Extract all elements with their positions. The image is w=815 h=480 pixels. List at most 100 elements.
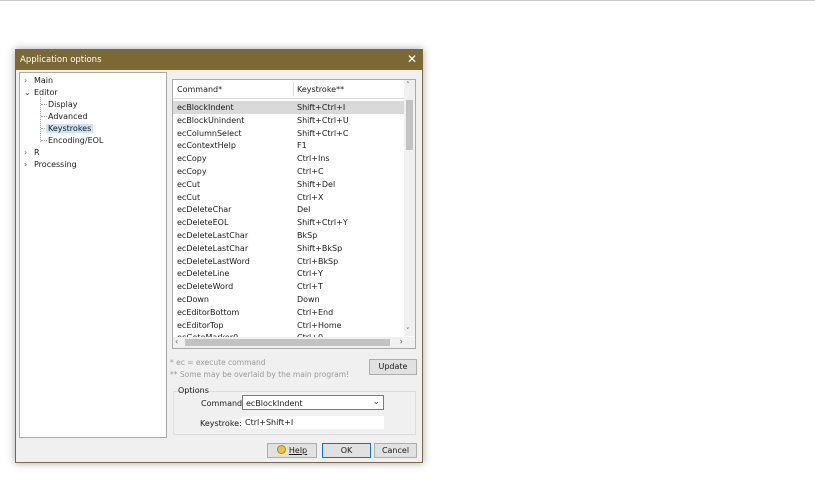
application-options-dialog: Application options ✕ › Main ⌄ Editor Di…	[15, 49, 423, 463]
vertical-scrollbar[interactable]: ˄ ˅	[404, 80, 415, 336]
command-cell: ecContextHelp	[177, 141, 236, 151]
scroll-up-icon[interactable]: ˄	[406, 81, 410, 89]
keystroke-cell: Shift+Ctrl+U	[297, 115, 349, 125]
tree-connector	[41, 116, 47, 117]
table-row[interactable]: ecEditorTop Ctrl+Home	[173, 319, 405, 332]
table-row[interactable]: ecDown Down	[173, 293, 405, 306]
chevron-right-icon[interactable]: ›	[24, 76, 32, 85]
command-cell: ecCopy	[177, 154, 207, 164]
tree-item-label: Editor	[34, 88, 58, 97]
title-bar[interactable]: Application options ✕	[16, 50, 422, 70]
keystroke-cell: Shift+Ctrl+C	[297, 128, 349, 138]
tree-item-advanced[interactable]: Advanced	[48, 112, 88, 121]
horizontal-scroll-thumb[interactable]	[185, 339, 390, 346]
grid-header: Command* Keystroke**	[173, 80, 407, 99]
keystroke-label: Keystroke:	[200, 419, 242, 428]
vertical-scroll-thumb[interactable]	[406, 100, 413, 150]
command-cell: ecCut	[177, 192, 201, 202]
note-overlaid: ** Some may be overlaid by the main prog…	[170, 370, 350, 379]
table-row[interactable]: ecCut Shift+Del	[173, 178, 405, 191]
command-select[interactable]: ecBlockIndent ⌄	[242, 395, 384, 410]
table-row[interactable]: ecCopy Ctrl+Ins	[173, 152, 405, 165]
cancel-button-label: Cancel	[381, 446, 410, 455]
keystroke-cell: Ctrl+Ins	[297, 154, 330, 164]
top-divider	[0, 0, 815, 1]
tree-item-encoding-eol[interactable]: Encoding/EOL	[48, 136, 103, 145]
chevron-right-icon[interactable]: ›	[24, 160, 32, 169]
close-icon[interactable]: ✕	[407, 53, 417, 65]
table-row[interactable]: ecBlockIndent Shift+Ctrl+I	[173, 101, 405, 114]
command-cell: ecBlockUnindent	[177, 115, 245, 125]
table-row[interactable]: ecDeleteLastChar BkSp	[173, 229, 405, 242]
keystroke-input[interactable]: Ctrl+Shift+I	[242, 416, 384, 429]
column-header-keystroke[interactable]: Keystroke**	[297, 85, 344, 94]
command-cell: ecDeleteLastWord	[177, 256, 250, 266]
command-cell: ecColumnSelect	[177, 128, 242, 138]
keystroke-cell: Ctrl+Home	[297, 320, 342, 330]
tree-item-keystrokes[interactable]: Keystrokes	[46, 124, 94, 133]
dialog-title: Application options	[20, 55, 102, 65]
scroll-right-icon[interactable]: ›	[400, 337, 403, 346]
keystrokes-grid[interactable]: Command* Keystroke** ecBlockIndent Shift+…	[172, 79, 416, 349]
tree-item-label: Processing	[34, 160, 77, 169]
options-tree: › Main ⌄ Editor Display Advanced Keystro…	[19, 72, 167, 438]
table-row[interactable]: ecColumnSelect Shift+Ctrl+C	[173, 127, 405, 140]
keystroke-cell: Ctrl+End	[297, 307, 334, 317]
keystroke-cell: Shift+Del	[297, 179, 336, 189]
table-row[interactable]: ecDeleteLine Ctrl+Y	[173, 267, 405, 280]
command-cell: ecDeleteChar	[177, 205, 232, 215]
command-cell: ecEditorBottom	[177, 307, 240, 317]
command-label: Command:	[201, 399, 245, 408]
tree-item-label: Advanced	[48, 112, 88, 121]
scroll-left-icon[interactable]: ‹	[175, 337, 178, 346]
table-row[interactable]: ecEditorBottom Ctrl+End	[173, 306, 405, 319]
command-select-value: ecBlockIndent	[246, 399, 303, 408]
horizontal-scrollbar[interactable]: ‹ ›	[173, 337, 406, 348]
table-row[interactable]: ecDeleteLastWord Ctrl+BkSp	[173, 255, 405, 268]
options-group-label: Options	[178, 386, 209, 395]
keystroke-cell: Down	[297, 295, 320, 304]
keystroke-cell: Shift+BkSp	[297, 243, 343, 253]
ok-button[interactable]: OK	[322, 443, 371, 458]
chevron-down-icon[interactable]: ⌄	[372, 397, 380, 407]
cancel-button[interactable]: Cancel	[374, 443, 417, 458]
keystroke-cell: Shift+Ctrl+I	[297, 103, 346, 112]
table-row[interactable]: ecCut Ctrl+X	[173, 191, 405, 204]
table-row[interactable]: ecCopy Ctrl+C	[173, 165, 405, 178]
note-ec: * ec = execute command	[170, 358, 266, 367]
command-cell: ecDown	[177, 295, 209, 304]
column-header-command[interactable]: Command*	[177, 85, 222, 94]
keystroke-cell: Ctrl+BkSp	[297, 256, 339, 266]
column-separator[interactable]	[293, 82, 294, 96]
command-cell: ecCut	[177, 179, 201, 189]
help-button[interactable]: Help	[267, 443, 317, 458]
keystroke-cell: Ctrl+C	[297, 167, 324, 176]
tree-item-label: Encoding/EOL	[48, 136, 104, 145]
table-row[interactable]: ecDeleteEOL Shift+Ctrl+Y	[173, 216, 405, 229]
keystroke-cell: BkSp	[297, 231, 318, 240]
table-row[interactable]: ecDeleteWord Ctrl+T	[173, 280, 405, 293]
scroll-down-icon[interactable]: ˅	[406, 327, 410, 335]
update-button[interactable]: Update	[369, 359, 417, 375]
chevron-right-icon[interactable]: ›	[24, 148, 32, 157]
chevron-down-icon[interactable]: ⌄	[24, 88, 32, 97]
table-row[interactable]: ecContextHelp F1	[173, 139, 405, 152]
command-cell: ecBlockIndent	[177, 103, 234, 112]
keystroke-cell: Ctrl+X	[297, 192, 324, 202]
command-cell: ecDeleteWord	[177, 282, 234, 292]
tree-item-display[interactable]: Display	[48, 100, 78, 109]
keystroke-cell: F1	[297, 141, 307, 151]
tree-item-label: Main	[34, 76, 54, 85]
help-button-label: Help	[288, 446, 308, 455]
tree-item-label: Keystrokes	[46, 124, 94, 133]
keystroke-input-value: Ctrl+Shift+I	[245, 418, 294, 427]
tree-item-label: Display	[48, 100, 78, 109]
table-row[interactable]: ecDeleteLastChar Shift+BkSp	[173, 242, 405, 255]
table-row[interactable]: ecBlockUnindent Shift+Ctrl+U	[173, 114, 405, 127]
table-row[interactable]: ecDeleteChar Del	[173, 203, 405, 216]
command-cell: ecDeleteEOL	[177, 218, 229, 228]
command-cell: ecCopy	[177, 167, 207, 176]
scroll-corner	[404, 337, 415, 348]
tree-connector	[41, 104, 47, 105]
command-cell: ecDeleteLastChar	[177, 231, 249, 240]
